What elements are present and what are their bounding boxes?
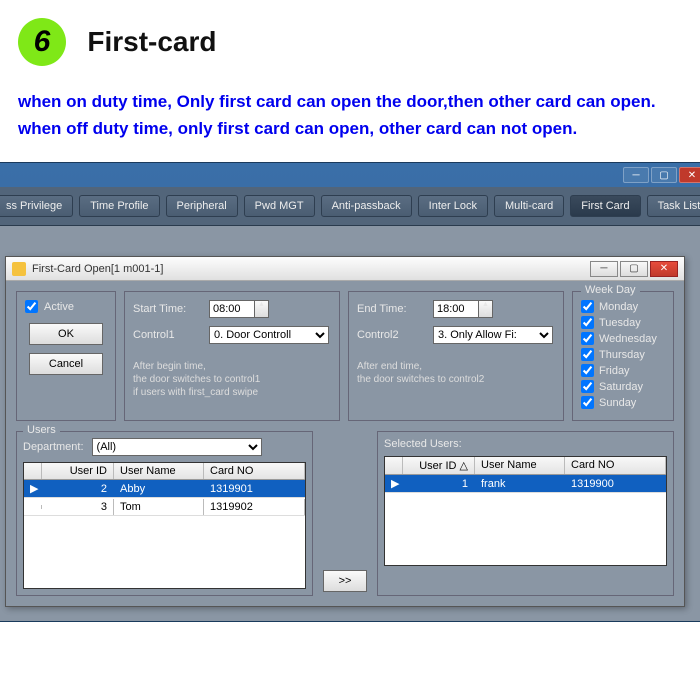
table-row[interactable]: ▶1frank1319900 [385, 475, 666, 493]
selected-users-label: Selected Users: [384, 438, 667, 450]
start-time-input[interactable] [209, 300, 255, 318]
dialog-close-button[interactable]: ✕ [650, 261, 678, 277]
tab-inter-lock[interactable]: Inter Lock [418, 195, 488, 217]
weekday-friday[interactable]: Friday [581, 364, 665, 377]
department-label: Department: [23, 441, 84, 453]
department-select[interactable]: (All) [92, 438, 262, 456]
page-title: First-card [87, 26, 216, 58]
dialog-icon [12, 262, 26, 276]
tab-peripheral[interactable]: Peripheral [166, 195, 238, 217]
ok-button[interactable]: OK [29, 323, 103, 345]
dialog-titlebar[interactable]: First-Card Open[1 m001-1] ─ ▢ ✕ [6, 257, 684, 281]
selected-users-grid[interactable]: User ID △ User Name Card NO ▶1frank13199… [384, 456, 667, 566]
active-checkbox[interactable] [25, 300, 38, 313]
table-row[interactable]: ▶2Abby1319901 [24, 480, 305, 498]
available-users-panel: Department: (All) User ID User Name Card… [16, 431, 313, 596]
start-time-spinner[interactable]: ▲▼ [255, 300, 269, 318]
start-control-panel: Start Time: ▲▼ Control1 0. Door Controll… [124, 291, 340, 421]
control1-select[interactable]: 0. Door Controll [209, 326, 329, 344]
step-number-badge: 6 [18, 18, 66, 66]
weekday-wednesday[interactable]: Wednesday [581, 332, 665, 345]
end-time-label: End Time: [357, 303, 425, 315]
control1-hint: After begin time, the door switches to c… [133, 360, 331, 399]
table-row[interactable]: 3Tom1319902 [24, 498, 305, 516]
tab-time-profile[interactable]: Time Profile [79, 195, 159, 217]
tab-first-card[interactable]: First Card [570, 195, 640, 217]
selected-users-panel: Selected Users: User ID △ User Name Card… [377, 431, 674, 596]
weekday-sunday[interactable]: Sunday [581, 396, 665, 409]
control2-label: Control2 [357, 329, 425, 341]
move-right-button[interactable]: >> [323, 570, 367, 592]
first-card-dialog: First-Card Open[1 m001-1] ─ ▢ ✕ Active O [5, 256, 685, 607]
cancel-button[interactable]: Cancel [29, 353, 103, 375]
dialog-maximize-button[interactable]: ▢ [620, 261, 648, 277]
control2-select[interactable]: 3. Only Allow Fi: [433, 326, 553, 344]
control2-hint: After end time, the door switches to con… [357, 360, 555, 386]
close-button[interactable]: ✕ [679, 167, 700, 183]
tab-anti-passback[interactable]: Anti-passback [321, 195, 412, 217]
tab-task-list[interactable]: Task List [647, 195, 700, 217]
dialog-minimize-button[interactable]: ─ [590, 261, 618, 277]
weekday-tuesday[interactable]: Tuesday [581, 316, 665, 329]
end-control-panel: End Time: ▲▼ Control2 3. Only Allow Fi: … [348, 291, 564, 421]
start-time-label: Start Time: [133, 303, 201, 315]
weekday-monday[interactable]: Monday [581, 300, 665, 313]
end-time-input[interactable] [433, 300, 479, 318]
maximize-button[interactable]: ▢ [651, 167, 677, 183]
tab-bar: ss Privilege Time Profile Peripheral Pwd MG… [0, 187, 700, 226]
active-checkbox-label[interactable]: Active [25, 300, 107, 313]
weekday-thursday[interactable]: Thursday [581, 348, 665, 361]
tab-pwd-mgt[interactable]: Pwd MGT [244, 195, 315, 217]
parent-window: ─ ▢ ✕ ss Privilege Time Profile Peripheral… [0, 162, 700, 622]
available-users-grid[interactable]: User ID User Name Card NO ▶2Abby13199013… [23, 462, 306, 589]
control1-label: Control1 [133, 329, 201, 341]
weekday-saturday[interactable]: Saturday [581, 380, 665, 393]
minimize-button[interactable]: ─ [623, 167, 649, 183]
description-text: when on duty time, Only first card can o… [0, 76, 700, 162]
tab-multi-card[interactable]: Multi-card [494, 195, 564, 217]
transfer-buttons: >> [323, 431, 367, 596]
left-button-panel: Active OK Cancel [16, 291, 116, 421]
dialog-title-text: First-Card Open[1 m001-1] [32, 263, 163, 275]
tab-ss-privilege[interactable]: ss Privilege [0, 195, 73, 217]
end-time-spinner[interactable]: ▲▼ [479, 300, 493, 318]
weekday-panel: Monday Tuesday Wednesday Thursday Friday… [572, 291, 674, 421]
